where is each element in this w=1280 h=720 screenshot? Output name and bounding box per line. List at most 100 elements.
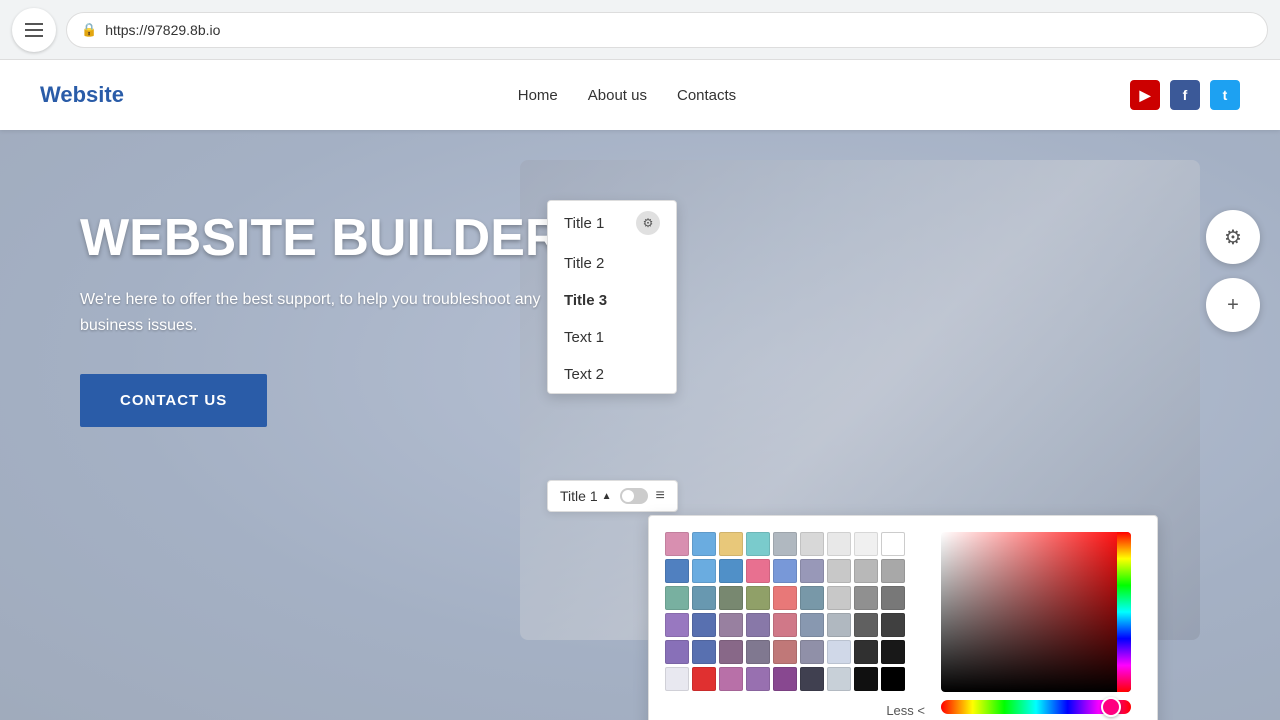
add-element-button[interactable]: + xyxy=(1206,278,1260,332)
gradient-dark-layer xyxy=(941,532,1131,692)
color-swatch[interactable] xyxy=(773,613,797,637)
color-swatch[interactable] xyxy=(665,613,689,637)
color-swatch[interactable] xyxy=(773,640,797,664)
color-swatch[interactable] xyxy=(881,586,905,610)
dropdown-item-text2[interactable]: Text 2 xyxy=(548,356,676,393)
color-swatch[interactable] xyxy=(719,640,743,664)
color-swatch[interactable] xyxy=(800,559,824,583)
hero-content: WEBSITE BUILDER We're here to offer the … xyxy=(80,210,600,427)
color-swatch-black[interactable] xyxy=(881,667,905,691)
nav-bar: Website Home About us Contacts ▶ f t xyxy=(0,60,1280,130)
color-swatch[interactable] xyxy=(719,532,743,556)
color-swatch[interactable] xyxy=(854,667,878,691)
color-swatch[interactable] xyxy=(800,586,824,610)
hero-subtitle: We're here to offer the best support, to… xyxy=(80,287,600,338)
style-settings-icon[interactable]: ⚙ xyxy=(636,211,660,235)
color-swatch[interactable] xyxy=(692,559,716,583)
text-format-toolbar: Title 1 ▲ ≡ xyxy=(547,480,678,512)
dropdown-label: Text 1 xyxy=(564,329,604,346)
color-swatch[interactable] xyxy=(665,640,689,664)
text-align-icon[interactable]: ≡ xyxy=(656,487,665,505)
color-swatch[interactable] xyxy=(854,586,878,610)
style-toggle[interactable] xyxy=(620,488,648,504)
browser-bar: 🔒 https://97829.8b.io xyxy=(0,0,1280,60)
browser-menu-button[interactable] xyxy=(12,8,56,52)
nav-socials: ▶ f t xyxy=(1130,80,1240,110)
gradient-color-picker xyxy=(941,532,1141,720)
color-swatch[interactable] xyxy=(773,586,797,610)
hero-section: WEBSITE BUILDER We're here to offer the … xyxy=(0,130,1280,720)
nav-link-home[interactable]: Home xyxy=(518,87,558,104)
color-swatch[interactable] xyxy=(800,640,824,664)
color-swatch[interactable] xyxy=(854,532,878,556)
dropdown-label: Title 2 xyxy=(564,255,604,272)
color-swatch[interactable] xyxy=(692,586,716,610)
color-swatch[interactable] xyxy=(665,532,689,556)
color-swatch[interactable] xyxy=(800,613,824,637)
color-swatch[interactable] xyxy=(746,640,770,664)
address-bar[interactable]: 🔒 https://97829.8b.io xyxy=(66,12,1268,48)
color-swatch[interactable] xyxy=(827,586,851,610)
social-youtube-icon[interactable]: ▶ xyxy=(1130,80,1160,110)
color-swatch[interactable] xyxy=(827,640,851,664)
url-text: https://97829.8b.io xyxy=(105,22,220,38)
color-swatch[interactable] xyxy=(719,613,743,637)
color-swatch[interactable] xyxy=(773,667,797,691)
color-swatch[interactable] xyxy=(827,559,851,583)
color-swatch[interactable] xyxy=(881,559,905,583)
less-colors-button[interactable]: Less < xyxy=(665,703,925,718)
social-twitter-icon[interactable]: t xyxy=(1210,80,1240,110)
color-swatch-white[interactable] xyxy=(881,532,905,556)
hue-strip[interactable] xyxy=(1117,532,1131,692)
color-swatch[interactable] xyxy=(746,613,770,637)
color-swatch[interactable] xyxy=(827,667,851,691)
color-swatch[interactable] xyxy=(800,532,824,556)
color-swatch[interactable] xyxy=(746,586,770,610)
color-swatch[interactable] xyxy=(746,559,770,583)
color-swatch[interactable] xyxy=(746,532,770,556)
website-container: Website Home About us Contacts ▶ f t WEB… xyxy=(0,60,1280,720)
nav-link-contacts[interactable]: Contacts xyxy=(677,87,736,104)
dropdown-item-title1[interactable]: Title 1 ⚙ xyxy=(548,201,676,245)
color-swatch[interactable] xyxy=(854,640,878,664)
swatches-grid xyxy=(665,532,925,691)
social-facebook-icon[interactable]: f xyxy=(1170,80,1200,110)
color-swatch[interactable] xyxy=(719,559,743,583)
hue-slider[interactable] xyxy=(941,700,1131,714)
color-swatch[interactable] xyxy=(665,667,689,691)
color-swatch[interactable] xyxy=(827,532,851,556)
style-selector[interactable]: Title 1 ▲ xyxy=(560,488,612,504)
color-swatch[interactable] xyxy=(854,559,878,583)
color-swatch[interactable] xyxy=(881,640,905,664)
nav-logo: Website xyxy=(40,82,124,108)
color-swatch[interactable] xyxy=(665,586,689,610)
dropdown-item-title2[interactable]: Title 2 xyxy=(548,245,676,282)
hue-thumb[interactable] xyxy=(1101,697,1121,717)
lock-icon: 🔒 xyxy=(81,22,97,38)
nav-link-about[interactable]: About us xyxy=(588,87,647,104)
current-style-label: Title 1 xyxy=(560,488,598,504)
color-swatch[interactable] xyxy=(800,667,824,691)
dropdown-item-title3[interactable]: Title 3 xyxy=(548,282,676,319)
color-swatch[interactable] xyxy=(881,613,905,637)
dropdown-label: Title 1 xyxy=(564,215,604,232)
dropdown-label: Text 2 xyxy=(564,366,604,383)
color-swatch[interactable] xyxy=(692,532,716,556)
color-swatch[interactable] xyxy=(692,613,716,637)
color-swatch[interactable] xyxy=(827,613,851,637)
color-swatch[interactable] xyxy=(854,613,878,637)
color-swatch[interactable] xyxy=(692,640,716,664)
color-swatch[interactable] xyxy=(692,667,716,691)
color-swatch[interactable] xyxy=(665,559,689,583)
dropdown-label: Title 3 xyxy=(564,292,607,309)
color-swatch[interactable] xyxy=(719,667,743,691)
floating-buttons: ⚙ + xyxy=(1206,210,1260,332)
color-swatch[interactable] xyxy=(719,586,743,610)
settings-button[interactable]: ⚙ xyxy=(1206,210,1260,264)
color-swatch[interactable] xyxy=(773,559,797,583)
color-swatch[interactable] xyxy=(746,667,770,691)
color-gradient-canvas[interactable] xyxy=(941,532,1131,692)
dropdown-item-text1[interactable]: Text 1 xyxy=(548,319,676,356)
color-swatch[interactable] xyxy=(773,532,797,556)
contact-us-button[interactable]: CONTACT US xyxy=(80,374,267,427)
